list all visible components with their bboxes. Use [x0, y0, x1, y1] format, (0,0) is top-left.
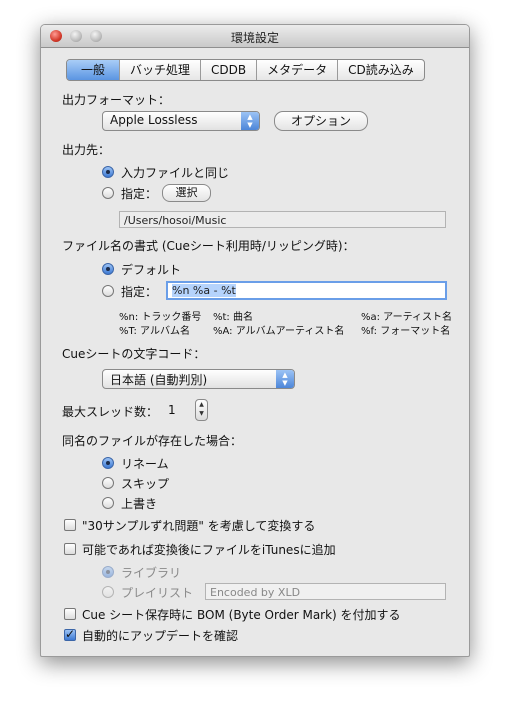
- auto-update-checkbox[interactable]: [64, 627, 76, 641]
- filename-specify-label: 指定：: [121, 285, 158, 299]
- tab-general[interactable]: 一般: [67, 60, 120, 80]
- tab-cddb[interactable]: CDDB: [200, 60, 256, 80]
- output-format-popup[interactable]: Apple Lossless ▲ ▼: [102, 111, 260, 131]
- conflict-label: 同名のファイルが存在した場合：: [62, 434, 243, 448]
- tab-bar: 一般 バッチ処理 CDDB メタデータ CD読み込み: [66, 59, 425, 81]
- preferences-window: 環境設定 一般 バッチ処理 CDDB メタデータ CD読み込み 出力フォーマット…: [40, 24, 470, 657]
- playlist-name-field[interactable]: Encoded by XLD: [205, 583, 446, 600]
- sample-offset-checkbox[interactable]: [64, 519, 76, 531]
- destination-specify-label: 指定：: [121, 187, 158, 201]
- bom-checkbox[interactable]: [64, 608, 76, 620]
- filename-format-label: ファイル名の書式 (Cueシート利用時/リッピング時)：: [62, 239, 355, 253]
- filename-specify-radio[interactable]: [102, 285, 114, 297]
- tab-cd-rip[interactable]: CD読み込み: [337, 60, 424, 80]
- playlist-label: プレイリスト: [121, 586, 194, 600]
- hint-track-number: %n: トラック番号: [119, 312, 202, 323]
- same-as-input-radio[interactable]: [102, 166, 114, 178]
- sample-offset-label: "30サンプルずれ問題" を考慮して変換する: [82, 519, 316, 533]
- options-button[interactable]: オプション: [274, 111, 368, 131]
- output-format-label: 出力フォーマット：: [62, 93, 171, 107]
- same-as-input-label: 入力ファイルと同じ: [121, 166, 230, 180]
- hint-album-artist: %A: アルバムアーティスト名: [213, 326, 345, 337]
- hint-album: %T: アルバム名: [119, 326, 190, 337]
- add-to-itunes-label: 可能であれば変換後にファイルをiTunesに追加: [82, 543, 336, 557]
- add-to-itunes-checkbox[interactable]: [64, 543, 76, 555]
- library-label: ライブラリ: [121, 566, 182, 580]
- destination-path-field[interactable]: /Users/hosoi/Music: [119, 211, 446, 228]
- popup-arrows-icon: ▲ ▼: [276, 370, 294, 388]
- threads-stepper[interactable]: ▲ ▼: [195, 399, 208, 421]
- bom-label: Cue シート保存時に BOM (Byte Order Mark) を付加する: [82, 608, 401, 622]
- rename-radio[interactable]: [102, 457, 114, 469]
- skip-radio[interactable]: [102, 477, 114, 489]
- skip-label: スキップ: [121, 477, 170, 491]
- playlist-radio[interactable]: [102, 586, 114, 598]
- overwrite-radio[interactable]: [102, 497, 114, 509]
- tab-batch[interactable]: バッチ処理: [119, 60, 200, 80]
- cue-encoding-value: 日本語 (自動判別): [110, 373, 208, 387]
- hint-title: %t: 曲名: [213, 312, 253, 323]
- filename-default-label: デフォルト: [121, 263, 182, 277]
- overwrite-label: 上書き: [121, 497, 158, 511]
- output-format-value: Apple Lossless: [110, 113, 198, 127]
- filename-format-value: %n %a - %t: [172, 284, 236, 297]
- max-threads-value: 1: [168, 403, 176, 417]
- window-title: 環境設定: [230, 31, 279, 45]
- cue-encoding-popup[interactable]: 日本語 (自動判別) ▲ ▼: [102, 369, 295, 389]
- destination-label: 出力先：: [62, 143, 111, 157]
- cue-encoding-label: Cueシートの文字コード：: [62, 347, 206, 361]
- hint-artist: %a: アーティスト名: [361, 312, 452, 323]
- library-radio[interactable]: [102, 566, 114, 578]
- auto-update-label: 自動的にアップデートを確認: [82, 629, 239, 643]
- rename-label: リネーム: [121, 457, 169, 471]
- filename-format-input[interactable]: %n %a - %t: [166, 281, 447, 300]
- max-threads-label: 最大スレッド数：: [62, 405, 159, 419]
- destination-specify-radio[interactable]: [102, 187, 114, 199]
- tab-metadata[interactable]: メタデータ: [256, 60, 337, 80]
- popup-arrows-icon: ▲ ▼: [241, 112, 259, 130]
- filename-default-radio[interactable]: [102, 263, 114, 275]
- title-bar[interactable]: 環境設定: [41, 25, 469, 48]
- hint-format: %f: フォーマット名: [361, 326, 451, 337]
- choose-folder-button[interactable]: 選択: [162, 184, 211, 202]
